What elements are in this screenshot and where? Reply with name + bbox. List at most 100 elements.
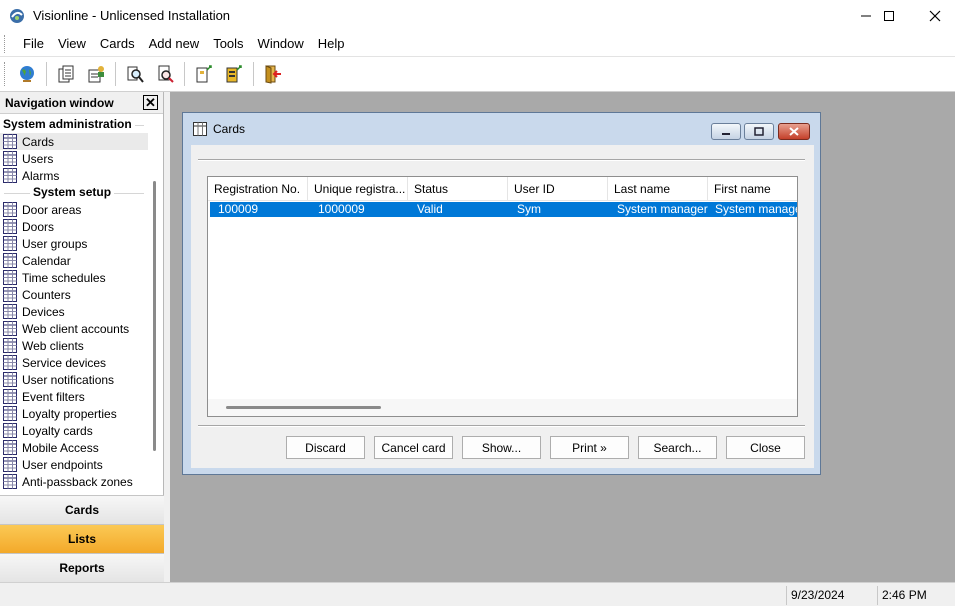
show-button[interactable]: Show... [462,436,541,459]
toolbar-user-document-button[interactable] [84,62,108,86]
nav-item-anti-passback-zones[interactable]: Anti-passback zones [0,473,148,490]
menu-file[interactable]: File [16,36,51,51]
nav-item-time-schedules[interactable]: Time schedules [0,269,148,286]
menu-tools[interactable]: Tools [206,36,250,51]
dialog-divider-top [198,159,805,161]
nav-item-loyalty-properties[interactable]: Loyalty properties [0,405,148,422]
list-horizontal-scrollbar[interactable] [208,399,797,416]
nav-item-label: Loyalty properties [22,406,117,421]
table-icon [3,236,17,251]
column-header-registration-no[interactable]: Registration No. [208,177,308,201]
menu-window[interactable]: Window [251,36,311,51]
table-icon [3,406,17,421]
column-header-unique-registration[interactable]: Unique registra... [308,177,408,201]
column-header-last-name[interactable]: Last name [608,177,708,201]
section-system-administration: System administration [0,116,148,133]
nav-item-event-filters[interactable]: Event filters [0,388,148,405]
cell-first-name: System manager [715,202,797,216]
exit-door-icon [265,65,281,84]
toolbar-encode-card-button[interactable] [222,62,246,86]
nav-item-user-endpoints[interactable]: User endpoints [0,456,148,473]
dialog-minimize-button[interactable] [711,123,741,140]
scrollbar-thumb[interactable] [226,406,381,409]
user-document-icon [88,66,104,83]
toolbar-globe-button[interactable] [15,62,39,86]
table-icon [3,219,17,234]
nav-item-user-groups[interactable]: User groups [0,235,148,252]
table-icon [3,253,17,268]
discard-button[interactable]: Discard [286,436,365,459]
toolbar-search-card-button[interactable] [153,62,177,86]
setup-item-list: Door areas Doors User groups Calendar Time s… [0,201,148,490]
toolbar-grip [4,62,6,86]
toolbar-separator [46,62,47,86]
table-icon [3,338,17,353]
nav-item-web-clients[interactable]: Web clients [0,337,148,354]
nav-item-users[interactable]: Users [0,150,148,167]
toolbar-document-button[interactable] [54,62,78,86]
navigation-close-button[interactable]: ✕ [143,95,158,110]
table-icon [3,440,17,455]
restore-icon [754,127,764,136]
nav-item-label: Alarms [22,168,60,183]
nav-button-reports[interactable]: Reports [0,553,164,582]
nav-button-lists[interactable]: Lists [0,524,164,553]
status-date: 9/23/2024 [786,586,876,605]
table-row[interactable]: 100009 1000009 Valid Sym System manager … [210,202,797,217]
nav-item-counters[interactable]: Counters [0,286,148,303]
menu-view[interactable]: View [51,36,93,51]
nav-button-cards[interactable]: Cards [0,495,164,524]
nav-item-loyalty-cards[interactable]: Loyalty cards [0,422,148,439]
maximize-icon [884,10,894,21]
toolbar-new-card-button[interactable] [192,62,216,86]
dialog-divider-bottom [198,425,805,427]
column-header-first-name[interactable]: First name [708,177,797,201]
nav-item-user-notifications[interactable]: User notifications [0,371,148,388]
dialog-body: Registration No. Unique registra... Stat… [191,145,814,468]
close-dialog-button[interactable]: Close [726,436,805,459]
table-icon [3,134,17,149]
nav-item-label: Event filters [22,389,85,404]
menu-add-new[interactable]: Add new [142,36,207,51]
menu-help[interactable]: Help [311,36,352,51]
toolbar [0,57,955,92]
scrollbar-thumb[interactable] [153,181,156,451]
cards-list-view[interactable]: Registration No. Unique registra... Stat… [207,176,798,417]
nav-item-calendar[interactable]: Calendar [0,252,148,269]
nav-item-label: Service devices [22,355,107,370]
nav-item-door-areas[interactable]: Door areas [0,201,148,218]
dialog-restore-button[interactable] [744,123,774,140]
nav-item-label: User notifications [22,372,115,387]
dialog-title-bar: Cards [183,113,820,145]
menu-bar: File View Cards Add new Tools Window Hel… [0,31,955,57]
search-button[interactable]: Search... [638,436,717,459]
nav-item-web-client-accounts[interactable]: Web client accounts [0,320,148,337]
dialog-close-button[interactable] [778,123,810,140]
new-card-icon [196,65,212,83]
close-icon: ✕ [145,95,156,110]
column-header-user-id[interactable]: User ID [508,177,608,201]
close-button[interactable] [912,0,955,31]
cell-last-name: System manager [617,202,708,216]
nav-item-mobile-access[interactable]: Mobile Access [0,439,148,456]
nav-item-label: User groups [22,236,88,251]
list-header: Registration No. Unique registra... Stat… [208,177,797,201]
table-icon [3,389,17,404]
nav-item-doors[interactable]: Doors [0,218,148,235]
nav-item-devices[interactable]: Devices [0,303,148,320]
nav-item-cards[interactable]: Cards [0,133,148,150]
nav-item-alarms[interactable]: Alarms [0,167,148,184]
nav-item-service-devices[interactable]: Service devices [0,354,148,371]
globe-icon [20,66,34,82]
table-icon [3,202,17,217]
table-icon [3,151,17,166]
toolbar-exit-button[interactable] [261,62,285,86]
print-button[interactable]: Print » [550,436,629,459]
cancel-card-button[interactable]: Cancel card [374,436,453,459]
maximize-button[interactable] [866,0,912,31]
navigation-scrollbar[interactable] [150,116,162,494]
column-header-status[interactable]: Status [408,177,508,201]
toolbar-separator [115,62,116,86]
toolbar-search-key-button[interactable] [123,62,147,86]
menu-cards[interactable]: Cards [93,36,142,51]
